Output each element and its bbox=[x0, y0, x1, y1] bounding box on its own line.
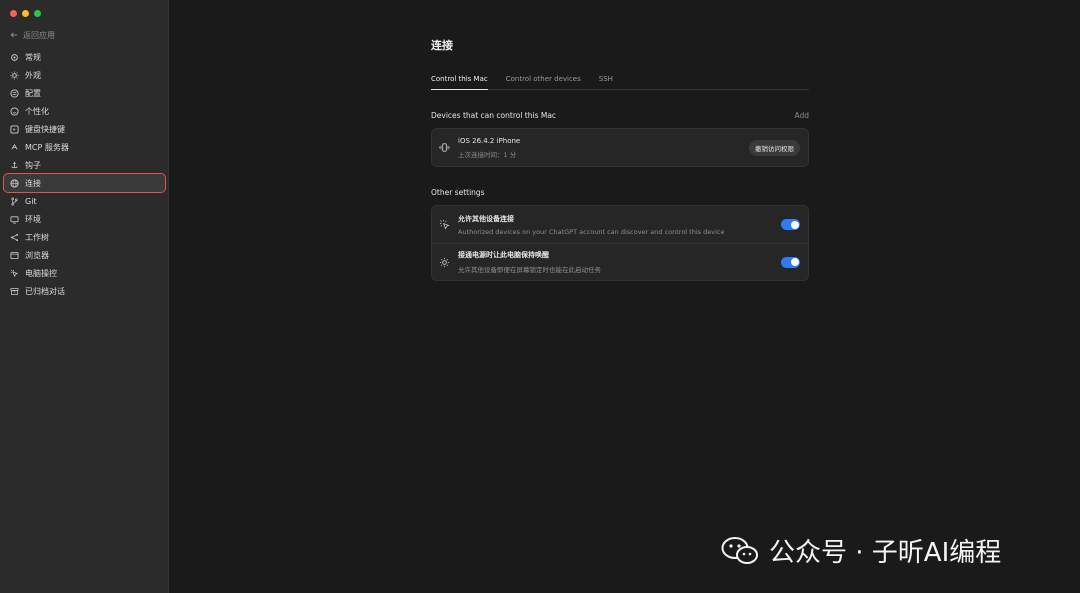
device-row: iOS 26.4.2 iPhone 上次连接时间：1 分 撤销访问权限 bbox=[432, 129, 808, 166]
server-icon bbox=[10, 143, 19, 152]
globe-icon bbox=[10, 178, 19, 188]
section-title: Other settings bbox=[431, 187, 485, 197]
sun-icon bbox=[439, 257, 450, 268]
setting-title: 接通电源时让此电脑保持唤醒 bbox=[458, 251, 549, 259]
settings-main: 连接 Control this Mac Control other device… bbox=[169, 0, 1080, 593]
sidebar-item-label: 外观 bbox=[25, 70, 41, 80]
cursor-sparkle-icon bbox=[439, 219, 450, 230]
sidebar-item-label: 钩子 bbox=[25, 160, 41, 170]
sidebar-item-git[interactable]: Git bbox=[4, 192, 165, 210]
sidebar-item-worktree[interactable]: 工作树 bbox=[4, 228, 165, 246]
sidebar-item-mcp-servers[interactable]: MCP 服务器 bbox=[4, 138, 165, 156]
app-window: 返回应用 常规 外观 配置 个性化 键盘快捷键 MCP 服务器 钩子 连接 Gi… bbox=[0, 0, 1080, 593]
setting-title: 允许其他设备连接 bbox=[458, 214, 514, 223]
sidebar-item-general[interactable]: 常规 bbox=[4, 48, 165, 66]
devices-section-header: Devices that can control this Mac Add bbox=[431, 110, 809, 120]
sidebar-item-label: 配置 bbox=[25, 88, 41, 98]
sidebar-item-label: 环境 bbox=[25, 214, 41, 224]
back-to-app-button[interactable]: 返回应用 bbox=[10, 30, 55, 41]
sidebar-item-personalization[interactable]: 个性化 bbox=[4, 102, 165, 120]
sidebar-item-hooks[interactable]: 钩子 bbox=[4, 156, 165, 174]
sidebar-item-label: Git bbox=[25, 196, 37, 206]
keyboard-icon bbox=[10, 124, 19, 134]
tab-control-other-devices[interactable]: Control other devices bbox=[506, 73, 581, 89]
smile-icon bbox=[10, 106, 19, 116]
devices-card: iOS 26.4.2 iPhone 上次连接时间：1 分 撤销访问权限 bbox=[431, 128, 809, 167]
setting-info: 允许其他设备连接 Authorized devices on your Chat… bbox=[458, 214, 773, 236]
revoke-access-button[interactable]: 撤销访问权限 bbox=[749, 139, 800, 156]
hook-icon bbox=[10, 161, 19, 170]
sidebar-item-label: 已归档对话 bbox=[25, 286, 65, 296]
sidebar-item-computer-control[interactable]: 电脑操控 bbox=[4, 264, 165, 282]
tab-ssh[interactable]: SSH bbox=[599, 73, 613, 89]
back-label: 返回应用 bbox=[23, 31, 55, 40]
other-settings-card: 允许其他设备连接 Authorized devices on your Chat… bbox=[431, 205, 809, 281]
device-last-connected: 上次连接时间：1 分 bbox=[458, 150, 517, 159]
tree-icon bbox=[10, 233, 19, 242]
section-title: Devices that can control this Mac bbox=[431, 110, 557, 120]
close-window-button[interactable] bbox=[10, 10, 17, 17]
sidebar-item-connections[interactable]: 连接 bbox=[3, 173, 166, 193]
sidebar-item-keyboard-shortcuts[interactable]: 键盘快捷键 bbox=[4, 120, 165, 138]
keep-awake-toggle[interactable] bbox=[781, 256, 800, 268]
git-branch-icon bbox=[10, 197, 19, 206]
settings-content: 连接 Control this Mac Control other device… bbox=[431, 37, 809, 281]
setting-info: 接通电源时让此电脑保持唤醒 允许其他设备即便在屏幕锁定时也能在此启动任务 bbox=[458, 250, 773, 274]
setting-description: 允许其他设备即便在屏幕锁定时也能在此启动任务 bbox=[458, 266, 601, 274]
sidebar-item-label: 电脑操控 bbox=[25, 268, 57, 278]
watermark: 公众号 · 子昕AI编程 bbox=[721, 532, 1001, 569]
sidebar-item-label: 浏览器 bbox=[25, 250, 49, 260]
sidebar-item-label: 键盘快捷键 bbox=[25, 124, 65, 134]
sidebar-item-label: 个性化 bbox=[25, 106, 49, 116]
setting-row-allow-connect: 允许其他设备连接 Authorized devices on your Chat… bbox=[432, 206, 808, 243]
arrow-left-icon bbox=[10, 31, 18, 41]
other-settings-header: Other settings bbox=[431, 187, 809, 197]
sidebar-item-label: 连接 bbox=[25, 178, 41, 188]
sidebar-item-label: 工作树 bbox=[25, 232, 49, 242]
page-title: 连接 bbox=[431, 39, 453, 52]
sidebar-item-config[interactable]: 配置 bbox=[4, 84, 165, 102]
archive-icon bbox=[10, 287, 19, 296]
traffic-lights bbox=[10, 10, 41, 17]
allow-connect-toggle[interactable] bbox=[781, 219, 800, 230]
add-device-button[interactable]: Add bbox=[794, 111, 809, 120]
wechat-logo-icon bbox=[721, 536, 759, 566]
sidebar-item-label: MCP 服务器 bbox=[25, 142, 69, 152]
tab-control-this-mac[interactable]: Control this Mac bbox=[431, 73, 488, 90]
phone-vibrate-icon bbox=[439, 142, 450, 153]
tab-bar: Control this Mac Control other devices S… bbox=[431, 73, 809, 90]
browser-icon bbox=[10, 251, 19, 260]
sidebar-item-label: 常规 bbox=[25, 52, 41, 62]
monitor-icon bbox=[10, 215, 19, 224]
sun-icon bbox=[10, 70, 19, 80]
device-info: iOS 26.4.2 iPhone 上次连接时间：1 分 bbox=[458, 137, 741, 159]
watermark-text: 公众号 · 子昕AI编程 bbox=[769, 538, 1002, 568]
sidebar-item-archived-chats[interactable]: 已归档对话 bbox=[4, 282, 165, 300]
sidebar: 返回应用 常规 外观 配置 个性化 键盘快捷键 MCP 服务器 钩子 连接 Gi… bbox=[0, 0, 169, 593]
cursor-icon bbox=[10, 269, 19, 278]
sidebar-item-appearance[interactable]: 外观 bbox=[4, 66, 165, 84]
settings-nav: 常规 外观 配置 个性化 键盘快捷键 MCP 服务器 钩子 连接 Git 环境 … bbox=[3, 48, 166, 300]
zoom-window-button[interactable] bbox=[34, 10, 41, 17]
device-name: iOS 26.4.2 iPhone bbox=[458, 136, 521, 145]
gear-icon bbox=[10, 53, 19, 62]
setting-row-keep-awake: 接通电源时让此电脑保持唤醒 允许其他设备即便在屏幕锁定时也能在此启动任务 bbox=[432, 243, 808, 280]
sliders-icon bbox=[10, 88, 19, 98]
sidebar-item-environment[interactable]: 环境 bbox=[4, 210, 165, 228]
sidebar-item-browser[interactable]: 浏览器 bbox=[4, 246, 165, 264]
minimize-window-button[interactable] bbox=[22, 10, 29, 17]
setting-description: Authorized devices on your ChatGPT accou… bbox=[458, 227, 725, 236]
